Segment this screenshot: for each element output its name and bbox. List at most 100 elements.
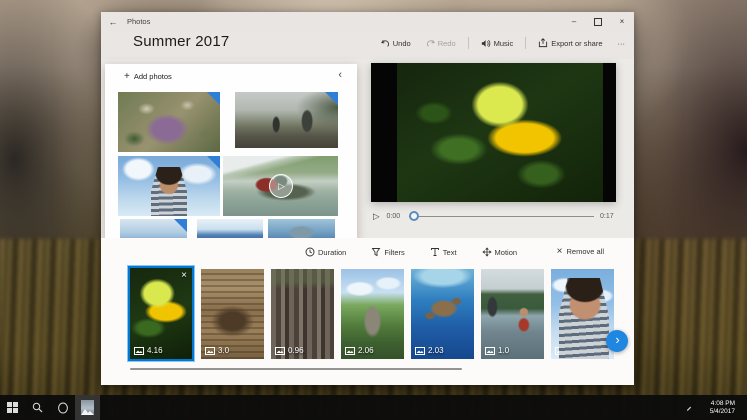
redo-label: Redo <box>438 39 456 48</box>
clip-duration-badge: 2.03 <box>415 346 444 355</box>
motion-button[interactable]: Motion <box>476 246 524 258</box>
video-ferry[interactable]: ▷ <box>223 156 338 216</box>
filters-button[interactable]: Filters <box>365 246 410 258</box>
picture-icon <box>205 347 215 355</box>
minimize-button[interactable]: – <box>562 12 586 31</box>
more-button[interactable]: ··· <box>615 37 629 50</box>
redo-button[interactable]: Redo <box>423 37 459 50</box>
seek-bar[interactable] <box>409 209 594 223</box>
motion-label: Motion <box>495 248 518 257</box>
export-share-label: Export or share <box>551 39 602 48</box>
header: Summer 2017 Undo Redo Music <box>101 31 634 59</box>
selected-corner-icon <box>325 92 338 105</box>
close-button[interactable]: × <box>610 12 634 31</box>
windows-logo-icon <box>7 402 18 413</box>
music-button[interactable]: Music <box>478 37 517 50</box>
picture-icon <box>134 347 144 355</box>
clip-duration: 1.0 <box>498 346 509 355</box>
undo-button[interactable]: Undo <box>378 37 414 50</box>
remove-all-icon: × <box>557 247 563 256</box>
system-tray: 4:08 PM 5/4/2017 <box>680 395 747 420</box>
selected-corner-icon <box>207 92 220 105</box>
total-time: 0:17 <box>600 213 616 220</box>
edit-toolbar: Duration Filters Text Motion <box>299 246 523 258</box>
clip-safari-cart[interactable]: 3.0 <box>201 269 264 359</box>
mountain-icon <box>81 407 94 415</box>
clip-duration-badge: 4.16 <box>134 346 163 355</box>
filter-icon <box>371 247 381 257</box>
window-controls: – × <box>562 12 634 31</box>
undo-label: Undo <box>393 39 411 48</box>
project-title: Summer 2017 <box>133 33 229 50</box>
top-toolbar: Undo Redo Music Export or share ··· <box>378 36 628 50</box>
plus-icon: + <box>124 73 130 81</box>
taskbar-photos-app[interactable] <box>75 395 100 420</box>
play-button[interactable]: ▷ <box>372 211 381 222</box>
current-time: 0:00 <box>387 213 403 220</box>
clip-duration-badge: 2.06 <box>345 346 374 355</box>
titlebar: ← Photos – × <box>101 12 634 31</box>
clip-boy-portrait[interactable]: 1.06 <box>551 269 614 359</box>
clip-duration-badge: 0.96 <box>275 346 304 355</box>
duration-button[interactable]: Duration <box>299 246 352 258</box>
taskbar-clock[interactable]: 4:08 PM 5/4/2017 <box>704 399 741 417</box>
photo-family-beach[interactable] <box>235 92 338 148</box>
filters-label: Filters <box>384 248 404 257</box>
start-button[interactable] <box>0 395 25 420</box>
storyboard-panel: + Add photos ‹ ▷ <box>105 64 357 242</box>
clip-ferry-passengers[interactable]: 1.0 <box>481 269 544 359</box>
clip-duration-badge: 1.0 <box>485 346 509 355</box>
playback-controls: ▷ 0:00 0:17 <box>372 209 616 223</box>
add-photos-button[interactable]: + Add photos <box>118 71 178 82</box>
photo-boy-sky[interactable] <box>118 156 220 216</box>
clip-duration-badge: 3.0 <box>205 346 229 355</box>
redo-icon <box>426 39 435 48</box>
filmstrip-scrollbar[interactable] <box>130 368 462 370</box>
remove-clip-button[interactable]: × <box>178 269 190 282</box>
text-icon <box>430 247 440 257</box>
remove-all-label: Remove all <box>566 247 604 256</box>
clock-icon <box>305 247 315 257</box>
remove-all-button[interactable]: × Remove all <box>551 246 610 257</box>
photo-starfish[interactable] <box>118 92 220 152</box>
selected-corner-icon <box>207 156 220 169</box>
photos-app-window: ← Photos – × Summer 2017 Undo Redo <box>101 12 634 385</box>
clip-duration: 3.0 <box>218 346 229 355</box>
app-title: Photos <box>127 17 150 26</box>
seek-track <box>409 216 594 217</box>
task-view-button[interactable] <box>50 395 75 420</box>
clip-butterfly[interactable]: × 4.16 <box>128 266 194 361</box>
task-view-icon <box>57 402 69 414</box>
clip-stone-carvings[interactable]: 0.96 <box>271 269 334 359</box>
clip-duration: 0.96 <box>288 346 304 355</box>
text-button[interactable]: Text <box>424 246 463 258</box>
search-button[interactable] <box>25 395 50 420</box>
text-label: Text <box>443 248 457 257</box>
toolbar-separator <box>525 37 526 49</box>
video-frame-butterfly-flower <box>397 63 603 202</box>
clip-duration: 1.06 <box>568 346 584 355</box>
clip-duration: 2.03 <box>428 346 444 355</box>
export-share-button[interactable]: Export or share <box>535 36 605 50</box>
timeline-section: Duration Filters Text Motion × Remove al… <box>101 238 634 385</box>
picture-icon <box>415 347 425 355</box>
video-preview[interactable] <box>371 63 616 202</box>
seek-thumb[interactable] <box>409 211 419 221</box>
ink-workspace-button[interactable] <box>680 402 698 414</box>
maximize-button[interactable] <box>586 12 610 31</box>
picture-icon <box>485 347 495 355</box>
pen-icon <box>686 403 692 413</box>
clip-sea-turtle[interactable]: 2.03 <box>411 269 474 359</box>
clip-temple-trees[interactable]: 2.06 <box>341 269 404 359</box>
back-icon[interactable]: ← <box>101 17 125 27</box>
filmstrip: × 4.16 3.0 0.96 <box>128 266 614 361</box>
collapse-panel-button[interactable]: ‹ <box>332 68 348 82</box>
share-icon <box>538 38 548 48</box>
clock-date: 5/4/2017 <box>710 408 735 415</box>
speaker-icon <box>481 39 491 48</box>
picture-icon <box>275 347 285 355</box>
selected-corner-icon <box>174 219 187 232</box>
maximize-icon <box>594 18 602 26</box>
clock: 4:08 PM 5/4/2017 <box>710 400 735 416</box>
scroll-next-button[interactable]: › <box>606 330 628 352</box>
